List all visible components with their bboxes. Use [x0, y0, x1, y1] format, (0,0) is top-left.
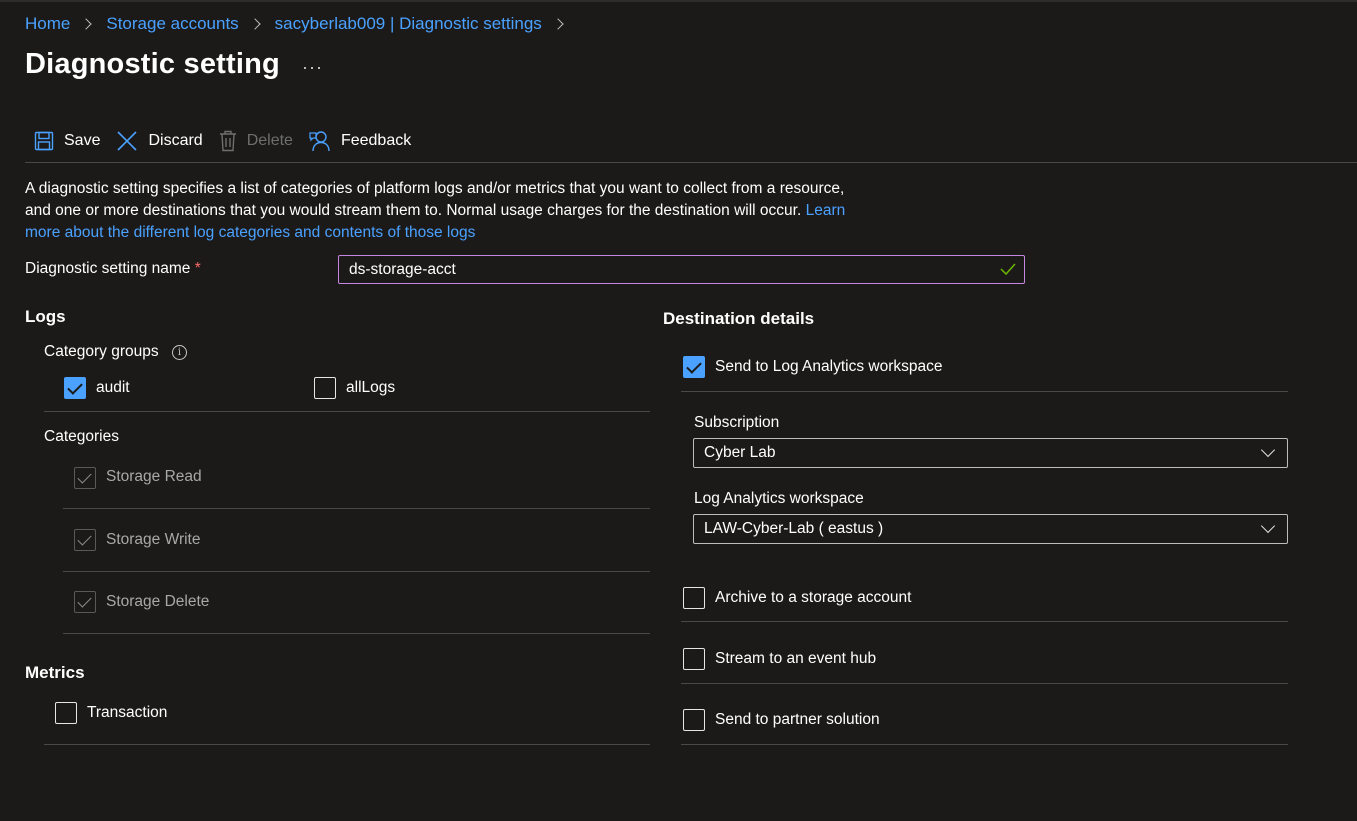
subscription-value: Cyber Lab	[704, 444, 776, 461]
setting-name-input[interactable]: ds-storage-acct	[338, 255, 1025, 284]
divider	[681, 391, 1288, 392]
workspace-dropdown[interactable]: LAW-Cyber-Lab ( eastus )	[693, 514, 1288, 544]
info-icon[interactable]: i	[172, 345, 187, 360]
storage-write-label: Storage Write	[106, 531, 201, 548]
feedback-button[interactable]: Feedback	[309, 128, 411, 154]
storage-delete-checkbox[interactable]	[74, 591, 96, 613]
learn-more-link[interactable]: more about the different log categories …	[25, 224, 475, 241]
chevron-down-icon	[1260, 518, 1276, 534]
divider	[44, 411, 650, 412]
description: A diagnostic setting specifies a list of…	[25, 178, 905, 244]
storage-delete-label: Storage Delete	[106, 593, 210, 610]
setting-name-label-text: Diagnostic setting name	[25, 260, 191, 277]
chevron-right-icon	[80, 18, 93, 30]
divider	[681, 621, 1288, 622]
save-button[interactable]: Save	[34, 128, 100, 154]
required-marker: *	[194, 260, 201, 277]
storage-read-checkbox[interactable]	[74, 467, 96, 489]
divider	[63, 633, 650, 634]
audit-checkbox[interactable]	[64, 377, 86, 399]
trash-icon	[219, 130, 236, 152]
divider	[63, 571, 650, 572]
close-icon	[117, 131, 138, 151]
setting-name-label: Diagnostic setting name *	[25, 260, 201, 278]
setting-name-value: ds-storage-acct	[349, 261, 456, 278]
learn-more-link[interactable]: Learn	[806, 202, 846, 219]
page-title: Diagnostic setting	[25, 48, 280, 80]
archive-label: Archive to a storage account	[715, 589, 912, 606]
breadcrumb-storage-accounts[interactable]: Storage accounts	[106, 14, 238, 34]
chevron-down-icon	[1260, 442, 1276, 458]
audit-label: audit	[96, 379, 130, 396]
log-analytics-label: Send to Log Analytics workspace	[715, 358, 943, 375]
description-text: and one or more destinations that you wo…	[25, 202, 806, 219]
top-border	[0, 0, 1357, 2]
category-groups-label: Category groups	[44, 343, 159, 360]
feedback-icon	[309, 131, 330, 152]
partner-label: Send to partner solution	[715, 711, 880, 728]
event-hub-label: Stream to an event hub	[715, 650, 877, 667]
logs-heading: Logs	[25, 307, 66, 326]
discard-label: Discard	[148, 132, 203, 149]
partner-checkbox[interactable]	[683, 709, 705, 731]
command-bar: Save Discard Delete Feedback	[34, 128, 427, 154]
breadcrumb-diagnostic-settings[interactable]: sacyberlab009 | Diagnostic settings	[275, 14, 542, 34]
event-hub-checkbox[interactable]	[683, 648, 705, 670]
discard-button[interactable]: Discard	[116, 128, 203, 154]
archive-checkbox[interactable]	[683, 587, 705, 609]
divider	[44, 744, 650, 745]
alllogs-checkbox[interactable]	[314, 377, 336, 399]
delete-label: Delete	[246, 132, 293, 149]
alllogs-label: allLogs	[346, 379, 396, 396]
subscription-dropdown[interactable]: Cyber Lab	[693, 438, 1288, 468]
feedback-label: Feedback	[340, 132, 412, 149]
save-label: Save	[64, 132, 101, 149]
workspace-value: LAW-Cyber-Lab ( eastus )	[704, 520, 884, 537]
categories-label: Categories	[44, 428, 119, 445]
storage-write-checkbox[interactable]	[74, 529, 96, 551]
toolbar-divider	[25, 162, 1357, 163]
chevron-right-icon	[249, 18, 261, 30]
breadcrumb-home[interactable]: Home	[25, 14, 70, 34]
log-analytics-checkbox[interactable]	[683, 356, 705, 378]
delete-button[interactable]: Delete	[219, 128, 293, 154]
subscription-label: Subscription	[694, 414, 780, 431]
workspace-label: Log Analytics workspace	[694, 490, 864, 507]
save-icon	[34, 131, 54, 151]
destination-heading: Destination details	[663, 309, 815, 328]
storage-read-label: Storage Read	[106, 468, 202, 485]
metrics-heading: Metrics	[25, 663, 85, 682]
divider	[681, 744, 1288, 745]
more-options-button[interactable]: ···	[302, 57, 323, 78]
description-text: A diagnostic setting specifies a list of…	[25, 180, 845, 197]
chevron-right-icon	[552, 18, 564, 30]
divider	[63, 508, 650, 509]
divider	[681, 683, 1288, 684]
transaction-checkbox[interactable]	[55, 702, 77, 724]
checkmark-icon	[1000, 263, 1016, 276]
breadcrumb: Home Storage accounts sacyberlab009 | Di…	[25, 14, 578, 34]
transaction-label: Transaction	[87, 704, 168, 721]
